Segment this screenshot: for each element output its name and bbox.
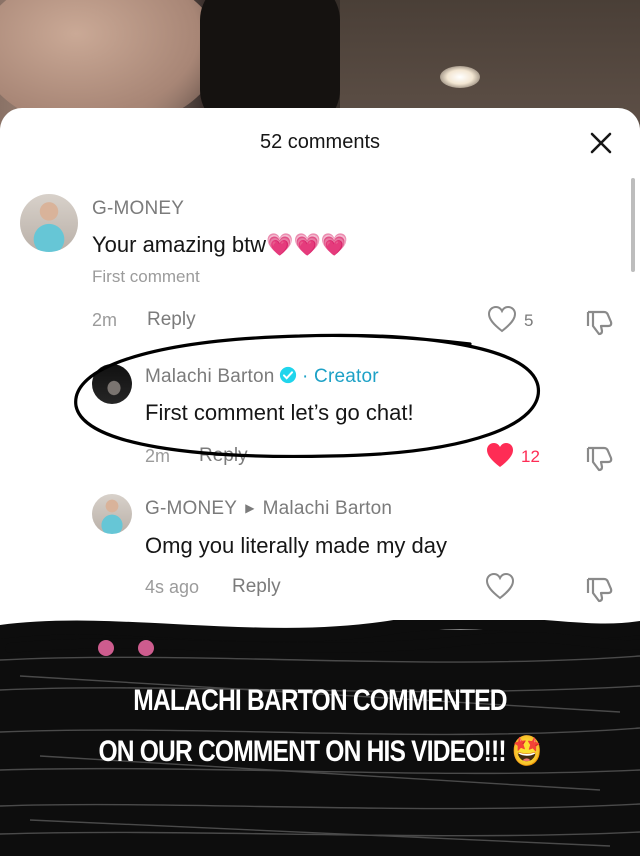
comments-header: 52 comments <box>0 108 640 178</box>
close-icon[interactable] <box>588 130 614 156</box>
heart-emoji: 💗💗💗 <box>266 232 349 257</box>
hand-drawn-circle <box>74 333 540 458</box>
comment-text: Omg you literally made my day <box>145 533 447 558</box>
comment-time: 4s ago <box>145 577 200 597</box>
comment-text: Your amazing btw💗💗💗 <box>92 232 348 258</box>
first-comment-label: First comment <box>92 267 200 286</box>
avatar[interactable] <box>20 194 78 252</box>
comment-username[interactable]: G-MONEY <box>92 198 184 220</box>
reply-arrow-icon: ▶ <box>245 501 255 515</box>
overlay-caption-line2-text: ON OUR COMMENT ON HIS VIDEO!!! <box>98 735 506 768</box>
comment-username[interactable]: G-MONEY ▶ Malachi Barton <box>145 498 392 520</box>
reply-item: G-MONEY ▶ Malachi Barton Omg you literally… <box>0 488 640 608</box>
comment-text-body: Your amazing btw <box>92 232 267 257</box>
overlay-caption-line2: ON OUR COMMENT ON HIS VIDEO!!! 🤩 <box>58 734 583 769</box>
heart-outline-icon[interactable] <box>485 572 515 600</box>
comment-item: G-MONEY Your amazing btw💗💗💗 First commen… <box>0 188 640 348</box>
star-struck-emoji: 🤩 <box>511 735 543 768</box>
avatar[interactable] <box>92 494 132 534</box>
reply-target[interactable]: Malachi Barton <box>263 498 393 519</box>
reply-author[interactable]: G-MONEY <box>145 498 237 519</box>
ceiling-light <box>440 66 480 88</box>
overlay-caption-line1: MALACHI BARTON COMMENTED <box>133 684 507 717</box>
comments-count: 52 comments <box>259 131 381 153</box>
reply-button[interactable]: Reply <box>232 576 281 598</box>
dislike-icon[interactable] <box>584 573 614 603</box>
